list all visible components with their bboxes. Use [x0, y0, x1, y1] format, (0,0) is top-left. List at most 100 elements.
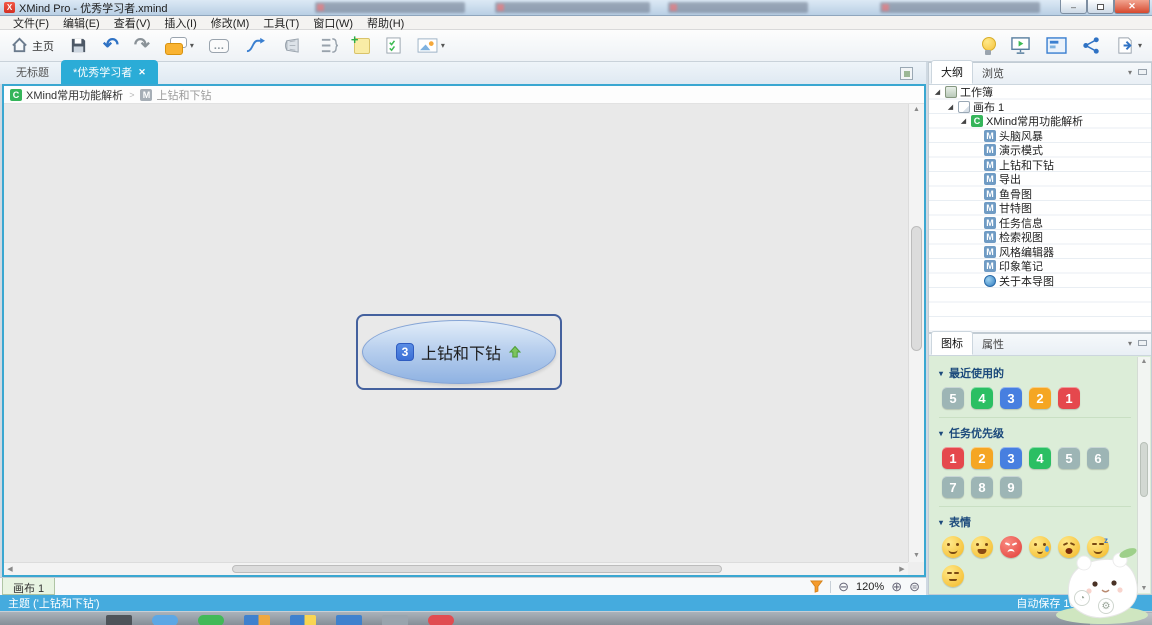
save-button[interactable]: [69, 33, 88, 59]
taskbar-app-icon[interactable]: [198, 615, 224, 625]
marker-number-7-icon[interactable]: 7: [942, 476, 964, 498]
outline-tree-item[interactable]: 关于本导图: [929, 274, 1151, 289]
taskbar-app-icon[interactable]: [428, 615, 454, 625]
zoom-in-button[interactable]: ⊕: [891, 580, 902, 593]
panel-tab[interactable]: 属性: [973, 333, 1013, 355]
marker-number-4-icon[interactable]: 4: [971, 387, 993, 409]
marker-face-bored-icon[interactable]: [942, 565, 964, 587]
marker-number-2-icon[interactable]: 2: [1029, 387, 1051, 409]
boundary-button[interactable]: [282, 33, 303, 59]
outline-tree-item[interactable]: M上钻和下钻: [929, 158, 1151, 173]
outline-tree-item[interactable]: M检索视图: [929, 230, 1151, 245]
outline-tree-item[interactable]: M风格编辑器: [929, 245, 1151, 260]
idea-button[interactable]: [981, 33, 995, 59]
breadcrumb-item[interactable]: M上钻和下钻: [140, 87, 211, 103]
relationship-button[interactable]: [244, 33, 267, 59]
panel-menu-icon[interactable]: ▾: [1128, 68, 1132, 77]
task-info-button[interactable]: [385, 33, 402, 59]
taskbar-app-icon[interactable]: [382, 615, 408, 625]
home-button[interactable]: 主页: [10, 33, 54, 59]
document-tab[interactable]: 无标题: [4, 60, 61, 84]
pet-clock-icon[interactable]: ◔: [1074, 590, 1090, 606]
outline-tree-item[interactable]: M头脑风暴: [929, 129, 1151, 144]
outline-tree-item[interactable]: M任务信息: [929, 216, 1151, 231]
outline-tree-item[interactable]: ◢CXMind常用功能解析: [929, 114, 1151, 129]
document-tab[interactable]: *优秀学习者✕: [61, 60, 158, 84]
new-topic-button[interactable]: ▾: [165, 33, 194, 59]
panel-minimize-icon[interactable]: [1138, 339, 1147, 348]
close-button[interactable]: ✕: [1114, 0, 1150, 14]
markers-scroll-thumb[interactable]: [1140, 442, 1148, 497]
windows-taskbar[interactable]: [0, 611, 1152, 625]
export-button[interactable]: ▾: [1116, 33, 1142, 59]
marker-face-angry-icon[interactable]: [1000, 536, 1022, 558]
marker-face-sleepy-icon[interactable]: z: [1087, 536, 1109, 558]
label-button[interactable]: [354, 33, 370, 59]
minimize-button[interactable]: –: [1060, 0, 1087, 14]
panel-tab[interactable]: 浏览: [973, 62, 1013, 84]
menu-item[interactable]: 工具(T): [256, 15, 306, 31]
image-button[interactable]: ▾: [417, 33, 445, 59]
marker-number-1-icon[interactable]: 1: [942, 447, 964, 469]
panel-minimize-icon[interactable]: [1138, 68, 1147, 77]
scroll-left-icon[interactable]: ◀: [4, 563, 16, 575]
taskbar-app-icon[interactable]: [152, 615, 178, 625]
vertical-scrollbar[interactable]: ▲ ▼: [908, 104, 924, 562]
zoom-fit-button[interactable]: ⊜: [909, 580, 920, 593]
zoom-out-button[interactable]: ⊖: [838, 580, 849, 593]
pet-gear-icon[interactable]: ⚙: [1098, 598, 1114, 614]
panel-menu-icon[interactable]: ▾: [1128, 339, 1132, 348]
marker-face-laugh-icon[interactable]: [971, 536, 993, 558]
marker-face-smile-icon[interactable]: [942, 536, 964, 558]
sheet-tab[interactable]: 画布 1: [2, 578, 55, 595]
marker-face-cry-icon[interactable]: [1029, 536, 1051, 558]
taskbar-app-icon[interactable]: [336, 615, 362, 625]
horizontal-scroll-thumb[interactable]: [232, 565, 722, 573]
marker-number-8-icon[interactable]: 8: [971, 476, 993, 498]
menu-item[interactable]: 插入(I): [157, 15, 203, 31]
marker-number-5-icon[interactable]: 5: [942, 387, 964, 409]
drill-up-icon[interactable]: [508, 345, 522, 359]
menu-item[interactable]: 修改(M): [204, 15, 257, 31]
menu-item[interactable]: 编辑(E): [56, 15, 107, 31]
menu-item[interactable]: 窗口(W): [306, 15, 360, 31]
outline-tree-item[interactable]: ◢工作簿: [929, 85, 1151, 100]
drill-button[interactable]: [1046, 33, 1067, 59]
markers-scrollbar[interactable]: ▲ ▼: [1137, 357, 1150, 593]
chevron-down-icon[interactable]: ▾: [190, 41, 194, 50]
share-button[interactable]: [1082, 33, 1101, 59]
taskbar-app-icon[interactable]: [106, 615, 132, 625]
marker-number-3-icon[interactable]: 3: [1000, 387, 1022, 409]
marker-face-rage-icon[interactable]: [1058, 536, 1080, 558]
presentation-button[interactable]: [1010, 33, 1031, 59]
marker-number-2-icon[interactable]: 2: [971, 447, 993, 469]
panel-tab[interactable]: 大纲: [931, 60, 973, 84]
marker-number-6-icon[interactable]: 6: [1087, 447, 1109, 469]
marker-section-header[interactable]: ▾最近使用的: [939, 365, 1131, 381]
menu-item[interactable]: 查看(V): [107, 15, 158, 31]
marker-number-9-icon[interactable]: 9: [1000, 476, 1022, 498]
undo-button[interactable]: ↶: [103, 33, 119, 59]
marker-number-3-icon[interactable]: 3: [1000, 447, 1022, 469]
outline-tree-item[interactable]: ◢画布 1: [929, 100, 1151, 115]
maximize-editor-button[interactable]: [900, 67, 913, 80]
vertical-scroll-thumb[interactable]: [911, 226, 922, 351]
marker-number-4-icon[interactable]: 4: [1029, 447, 1051, 469]
chevron-down-icon[interactable]: ▾: [1138, 41, 1142, 50]
maximize-button[interactable]: [1087, 0, 1114, 14]
scroll-down-icon[interactable]: ▼: [909, 550, 924, 562]
menu-item[interactable]: 文件(F): [6, 15, 56, 31]
scroll-up-icon[interactable]: ▲: [909, 104, 924, 116]
panel-tab[interactable]: 图标: [931, 331, 973, 355]
outline-tree-item[interactable]: M导出: [929, 172, 1151, 187]
marker-section-header[interactable]: ▾表情: [939, 514, 1131, 530]
scroll-up-icon[interactable]: ▲: [1138, 358, 1150, 365]
menu-item[interactable]: 帮助(H): [360, 15, 411, 31]
marker-number-5-icon[interactable]: 5: [1058, 447, 1080, 469]
redo-button[interactable]: ↷: [134, 33, 150, 59]
marker-number-1-icon[interactable]: 1: [1058, 387, 1080, 409]
summary-button[interactable]: [318, 33, 339, 59]
central-topic[interactable]: 3 上钻和下钻: [362, 320, 556, 384]
outline-tree-item[interactable]: M演示模式: [929, 143, 1151, 158]
horizontal-scrollbar[interactable]: ◀ ▶: [4, 562, 908, 575]
